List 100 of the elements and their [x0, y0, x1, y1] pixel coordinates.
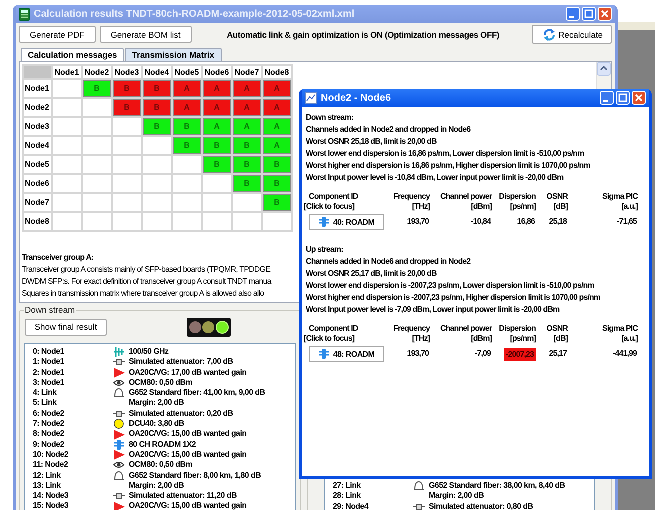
matrix-cell[interactable]: A: [203, 99, 231, 116]
recalculate-button[interactable]: Recalculate: [532, 25, 612, 44]
matrix-cell[interactable]: B: [263, 194, 291, 211]
empty-cell: [53, 80, 81, 97]
matrix-cell[interactable]: B: [233, 137, 261, 154]
row-index: 29: Node4: [332, 502, 370, 510]
maximize-button[interactable]: [582, 7, 596, 21]
table-cell-text: -10,84: [470, 216, 492, 228]
matrix-cell[interactable]: A: [263, 118, 291, 135]
matrix-cell[interactable]: B: [203, 156, 231, 173]
matrix-cell[interactable]: A: [263, 137, 291, 154]
toolbar-button[interactable]: Generate BOM list: [100, 26, 192, 43]
close-button[interactable]: [632, 91, 646, 105]
column-unit: [dBm]: [470, 334, 492, 344]
matrix-cell[interactable]: B: [263, 156, 291, 173]
empty-cell: [113, 137, 141, 154]
row-index: 5: Link: [32, 398, 58, 409]
matrix-cell[interactable]: A: [233, 80, 261, 97]
table-cell-text: -441,99: [612, 348, 638, 360]
column-header: Sigma PIC: [601, 324, 638, 334]
component-label: DCU40: 3,80 dB: [128, 419, 184, 430]
component-label: OCM80: 0,50 dBm: [128, 378, 193, 388]
row-header: Node8: [24, 213, 51, 230]
matrix-cell[interactable]: B: [113, 99, 141, 116]
empty-cell: [143, 213, 171, 230]
close-button[interactable]: [598, 7, 612, 21]
description-heading: Transceiver group A:: [22, 252, 94, 264]
tab[interactable]: Transmission Matrix: [125, 48, 222, 61]
row-index: 9: Node2: [32, 440, 66, 450]
matrix-cell[interactable]: B: [173, 137, 201, 154]
empty-cell: [113, 213, 141, 230]
matrix-cell[interactable]: B: [143, 118, 171, 135]
matrix-cell[interactable]: A: [173, 99, 201, 116]
empty-cell: [113, 175, 141, 192]
component-label: Margin: 2,00 dB: [428, 491, 484, 502]
bell-icon: [113, 388, 125, 398]
column-unit: [Click to focus]: [304, 202, 356, 212]
component-label: G652 Standard fiber: 8,00 km, 1,80 dB: [128, 470, 262, 481]
matrix-cell[interactable]: B: [143, 80, 171, 97]
triangle-icon: [113, 368, 125, 378]
matrix-cell[interactable]: A: [233, 99, 261, 116]
attenuator-icon: [113, 491, 125, 502]
toolbar-button[interactable]: Generate PDF: [19, 26, 96, 43]
table-cell-text: 25,17: [548, 348, 568, 360]
matrix-cell[interactable]: B: [173, 118, 201, 135]
show-result-button[interactable]: Show final result: [25, 318, 107, 336]
matrix-cell[interactable]: B: [143, 99, 171, 116]
scroll-up-button[interactable]: [597, 62, 611, 76]
matrix-cell[interactable]: B: [263, 175, 291, 192]
minimize-button[interactable]: [600, 91, 614, 105]
column-header: Sigma PIC: [601, 192, 638, 202]
matrix-cell[interactable]: B: [203, 137, 231, 154]
component-label: 100/50 GHz: [128, 347, 169, 358]
column-header: Node5: [173, 66, 201, 78]
matrix-cell[interactable]: B: [233, 156, 261, 173]
row-index: 8: Node2: [32, 429, 66, 440]
result-line: Worst lower end dispersion is -2007,23 ps/nm, Lower dispersion limit is -510,00 ps/nm: [306, 280, 596, 292]
matrix-cell[interactable]: B: [233, 175, 261, 192]
component-button[interactable]: 48: ROADM: [309, 346, 384, 362]
matrix-cell[interactable]: B: [83, 80, 111, 97]
empty-cell: [143, 194, 171, 211]
window-title: Calculation results TNDT-80ch-ROADM-example-2012-05-02xml.xml: [34, 8, 356, 20]
table-cell-text: 25,18: [548, 216, 568, 228]
empty-cell: [233, 213, 261, 230]
empty-cell: [53, 175, 81, 192]
tab[interactable]: Calculation messages: [21, 48, 124, 61]
column-header: Frequency: [392, 324, 430, 334]
attenuator-icon: [413, 502, 425, 510]
minimize-button[interactable]: [566, 7, 580, 21]
row-index: 0: Node1: [32, 347, 66, 358]
column-unit: [THz]: [411, 202, 430, 212]
calculator-icon: [19, 8, 30, 20]
component-button[interactable]: 40: ROADM: [309, 214, 384, 230]
empty-cell: [83, 118, 111, 135]
component-label: Simulated attenuator: 11,20 dB: [128, 491, 237, 502]
empty-cell: [113, 156, 141, 173]
column-header: Component ID: [308, 324, 360, 334]
matrix-cell[interactable]: A: [233, 118, 261, 135]
matrix-cell[interactable]: A: [203, 80, 231, 97]
bell-icon: [113, 470, 125, 481]
column-unit: [ps/nm]: [509, 334, 536, 344]
row-index: 3: Node1: [32, 378, 66, 388]
empty-cell: [113, 118, 141, 135]
triangle-icon: [113, 502, 125, 510]
matrix-cell[interactable]: A: [173, 80, 201, 97]
row-index: 28: Link: [332, 491, 362, 502]
matrix-cell[interactable]: A: [263, 80, 291, 97]
matrix-cell[interactable]: A: [263, 99, 291, 116]
row-index: 4: Link: [32, 388, 58, 398]
result-line: Worst lower end dispersion is 16,86 ps/nm, Lower dispersion limit is -510,00 ps/nm: [306, 148, 586, 160]
empty-cell: [53, 137, 81, 154]
matrix-cell[interactable]: B: [113, 80, 141, 97]
triangle-icon: [113, 430, 125, 440]
empty-cell: [173, 213, 201, 230]
column-header: Node8: [263, 66, 291, 78]
maximize-button[interactable]: [616, 91, 630, 105]
component-label: OA20C/VG: 15,00 dB wanted gain: [128, 450, 247, 460]
row-index: 7: Node2: [32, 419, 66, 430]
matrix-cell[interactable]: A: [203, 118, 231, 135]
empty-cell: [203, 213, 231, 230]
